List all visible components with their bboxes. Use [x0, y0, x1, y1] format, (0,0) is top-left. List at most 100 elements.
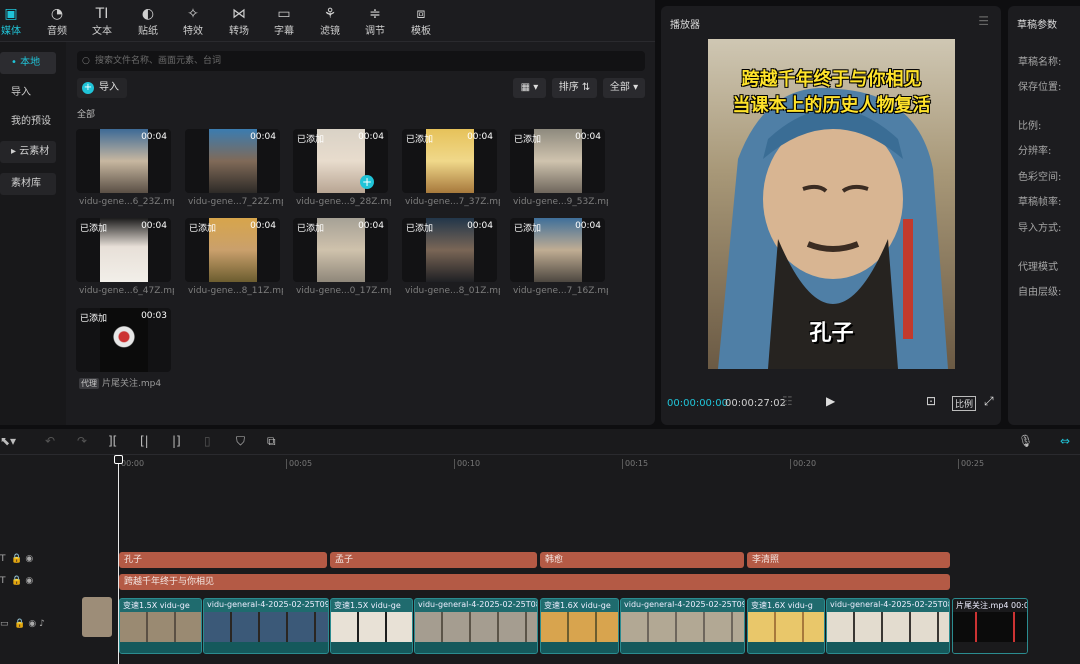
text-track-icon: T: [0, 576, 6, 586]
text-clip[interactable]: 孔子: [119, 552, 327, 568]
lock-icon[interactable]: 🔒: [14, 619, 25, 629]
microphone-icon[interactable]: 🎙: [1018, 434, 1033, 448]
expand-icon[interactable]: ⤢: [984, 394, 994, 409]
toolbar-adjust[interactable]: ≑ 调节: [355, 6, 395, 37]
eye-icon[interactable]: ◉: [25, 576, 33, 586]
toolbar-media[interactable]: ▣ 媒体: [0, 6, 31, 37]
ratio-button[interactable]: 比例: [952, 396, 977, 411]
import-button[interactable]: + 导入: [77, 78, 127, 98]
video-clip[interactable]: vidu-general-4-2025-02-25T09: [620, 598, 745, 654]
lock-icon[interactable]: 🔒: [11, 576, 22, 586]
menu-icon[interactable]: ☰: [978, 14, 989, 28]
video-clip[interactable]: 片尾关注.mp4 00:0: [952, 598, 1028, 654]
toolbar-effects[interactable]: ✧ 特效: [173, 6, 213, 37]
media-item[interactable]: 已添加 00:04: [185, 218, 280, 282]
sidebar-item-library[interactable]: 素材库: [0, 173, 56, 195]
player-panel: 播放器 ☰ 跨越千年终于与你相见 当课本上的历史人物复活 孔子 00:00:00…: [661, 6, 1001, 425]
proxy-badge: 代理: [79, 378, 99, 389]
play-button[interactable]: ▶: [826, 394, 835, 408]
toolbar-transition[interactable]: ⋈ 转场: [219, 6, 259, 37]
toolbar-sticker[interactable]: ◐ 贴纸: [128, 6, 168, 37]
media-item[interactable]: 已添加 00:04: [293, 218, 388, 282]
time-ruler[interactable]: 00:00 00:05 00:10 00:15 00:20 00:25: [118, 457, 1080, 471]
video-clip[interactable]: 变速1.6X vidu-ge: [540, 598, 619, 654]
sidebar-item-cloud[interactable]: ▸ 云素材: [0, 141, 56, 163]
track-cover-thumbnail[interactable]: [82, 597, 112, 637]
video-clip[interactable]: vidu-general-4-2025-02-25T08: [414, 598, 538, 654]
media-item[interactable]: 00:04: [185, 129, 280, 193]
current-time: 00:00:00:00: [667, 398, 729, 409]
section-label: 全部: [77, 110, 96, 120]
media-item[interactable]: 00:04: [76, 129, 171, 193]
media-item[interactable]: 已添加 00:04 +: [293, 129, 388, 193]
search-icon: ○: [82, 56, 90, 66]
filter-funnel-icon: ▾: [633, 82, 639, 93]
prop-color-space: 色彩空间:: [1018, 172, 1062, 183]
text-track-header: T 🔒 ◉: [0, 554, 70, 564]
trim-left-icon[interactable]: [|: [140, 434, 149, 448]
prop-save-location: 保存位置:: [1018, 82, 1062, 93]
playhead[interactable]: [118, 459, 119, 664]
media-item-name: 代理 片尾关注.mp4: [79, 378, 162, 389]
video-clip[interactable]: 变速1.5X vidu-ge: [330, 598, 413, 654]
shield-icon[interactable]: ⛉: [236, 434, 245, 449]
video-clip[interactable]: vidu-general-4-2025-02-25T08: [826, 598, 950, 654]
caption-line-1: 跨越千年终于与你相见: [741, 69, 922, 90]
media-item-name: vidu-gene...7_22Z.mp4: [188, 197, 283, 207]
timeline-toolbar: ⬉▾ ↶ ↷ ][ [| |] ▯ ⛉ ⧉ 🎙 ⇔: [0, 429, 1080, 455]
media-item[interactable]: 已添加 00:04: [76, 218, 171, 282]
split-icon[interactable]: ][: [108, 434, 117, 448]
fullscreen-crop-icon[interactable]: ⊡: [926, 394, 936, 408]
media-item-name: vidu-gene...6_47Z.mp4: [79, 286, 174, 296]
search-input[interactable]: ○ 搜索文件名称、画面元素、台词: [77, 51, 645, 71]
text-clip[interactable]: 跨越千年终于与你相见: [119, 574, 950, 590]
sort-button[interactable]: 排序 ⇅: [552, 78, 597, 98]
toolbar-text[interactable]: TI 文本: [82, 6, 122, 37]
sidebar-item-import[interactable]: 导入: [0, 82, 56, 104]
eye-icon[interactable]: ◉: [25, 554, 33, 564]
toolbar-audio[interactable]: ◔ 音频: [37, 6, 77, 37]
prop-resolution: 分辨率:: [1018, 146, 1052, 157]
playhead-handle[interactable]: [114, 455, 123, 464]
sidebar-item-presets[interactable]: 我的预设: [0, 111, 56, 133]
media-item[interactable]: 已添加 00:04: [510, 129, 605, 193]
filter-button[interactable]: 全部 ▾: [603, 78, 645, 98]
text-icon: TI: [95, 6, 109, 22]
trim-right-icon[interactable]: |]: [172, 434, 181, 448]
toolbar: ▣ 媒体 ◔ 音频 TI 文本 ◐ 贴纸 ✧ 特效 ⋈ 转场 ▭ 字幕 ⚘ 滤镜 ≑ 调节 ⧈ 模板: [0, 0, 655, 42]
media-item[interactable]: 已添加 00:04: [402, 129, 497, 193]
media-item-name: vidu-gene...9_28Z.mp4: [296, 197, 391, 207]
media-item[interactable]: 已添加 00:04: [402, 218, 497, 282]
total-time: 00:00:27:02: [725, 398, 787, 409]
timecode-grid-icon[interactable]: ☷: [782, 394, 793, 408]
media-item[interactable]: 已添加 00:04: [510, 218, 605, 282]
sidebar-item-local[interactable]: • 本地: [0, 52, 56, 74]
toolbar-filter[interactable]: ⚘ 滤镜: [310, 6, 350, 37]
select-tool-icon[interactable]: ⬉▾: [0, 434, 16, 448]
video-preview[interactable]: 跨越千年终于与你相见 当课本上的历史人物复活 孔子: [708, 39, 955, 369]
text-clip[interactable]: 孟子: [330, 552, 537, 568]
media-item-name: vidu-gene...8_11Z.mp4: [188, 286, 283, 296]
toolbar-subtitle[interactable]: ▭ 字幕: [264, 6, 304, 37]
speaker-icon[interactable]: ♪: [39, 619, 45, 629]
undo-icon[interactable]: ↶: [45, 434, 55, 448]
video-clip[interactable]: vidu-general-4-2025-02-25T09: [203, 598, 329, 654]
text-clip[interactable]: 李清照: [747, 552, 950, 568]
video-clip[interactable]: 变速1.5X vidu-ge: [119, 598, 202, 654]
prop-draft-name: 草稿名称:: [1018, 57, 1062, 68]
view-mode-button[interactable]: ▦ ▾: [513, 78, 546, 98]
redo-icon[interactable]: ↷: [77, 434, 87, 448]
add-to-timeline-button[interactable]: +: [360, 175, 374, 189]
video-clip[interactable]: 变速1.6X vidu-g: [747, 598, 825, 654]
link-toggle-icon[interactable]: ⇔: [1060, 434, 1070, 448]
delete-icon[interactable]: ▯: [204, 434, 211, 448]
sort-icon: ⇅: [581, 82, 591, 93]
media-item[interactable]: 已添加 00:03: [76, 308, 171, 372]
plus-icon: +: [82, 82, 94, 94]
image-tool-icon[interactable]: ⧉: [267, 434, 276, 449]
lock-icon[interactable]: 🔒: [11, 554, 22, 564]
eye-icon[interactable]: ◉: [28, 619, 36, 629]
toolbar-template[interactable]: ⧈ 模板: [401, 6, 441, 37]
prop-import-mode: 导入方式:: [1018, 223, 1062, 234]
text-clip[interactable]: 韩愈: [540, 552, 744, 568]
